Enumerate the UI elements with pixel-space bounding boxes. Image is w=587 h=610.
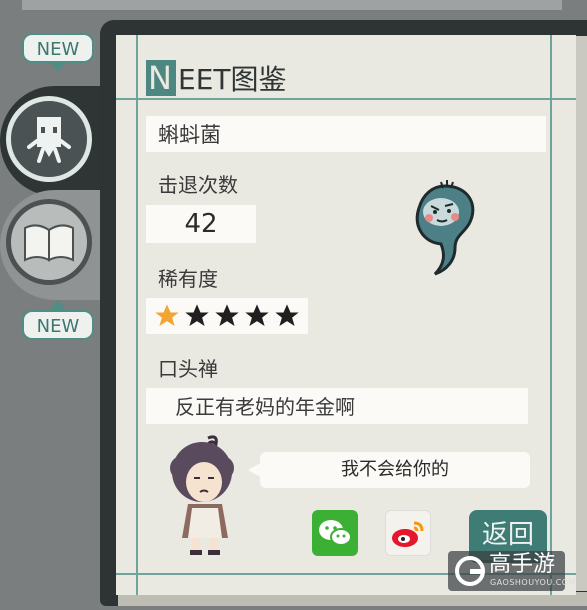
weibo-icon (392, 521, 424, 547)
page-title-initial: N (148, 59, 172, 97)
weibo-share-button[interactable] (385, 510, 431, 556)
watermark-logo-icon (455, 556, 485, 586)
page-rule-right (550, 35, 552, 595)
new-badge-bottom-tail (50, 300, 66, 310)
new-badge-top-tail (50, 62, 66, 72)
wechat-share-button[interactable] (312, 510, 358, 556)
background-panel (22, 0, 562, 10)
rarity-label: 稀有度 (158, 267, 218, 291)
watermark-text: 高手游 (489, 552, 556, 577)
star-empty-icon (245, 304, 269, 327)
tadpole-creature-icon (415, 180, 475, 276)
page-rule-left (136, 35, 138, 595)
star-filled-icon (155, 304, 179, 327)
star-empty-icon (275, 304, 299, 327)
new-badge-bottom: NEW (22, 310, 94, 340)
watermark-subtext: GAOSHOUYOU.COM (490, 578, 577, 587)
new-badge-top: NEW (22, 33, 94, 63)
page-title: EET图鉴 (178, 63, 287, 96)
tab-neet-dex[interactable] (6, 96, 92, 182)
speech-text: 我不会给你的 (341, 459, 449, 480)
catchphrase-text: 反正有老妈的年金啊 (175, 395, 355, 419)
page-rule-top (116, 98, 576, 100)
page-edge-right (576, 36, 587, 591)
catchphrase-label: 口头禅 (158, 357, 218, 381)
defeat-count-label: 击退次数 (158, 173, 238, 197)
defeat-count-value: 42 (184, 209, 218, 239)
tab-book[interactable] (6, 199, 92, 285)
creature-name: 蝌蚪菌 (158, 123, 221, 147)
wechat-icon (319, 520, 352, 546)
neet-creature-icon (27, 117, 71, 163)
book-icon (24, 224, 74, 262)
star-empty-icon (215, 304, 239, 327)
rarity-stars (152, 302, 302, 330)
girl-character-icon (170, 435, 234, 555)
star-empty-icon (185, 304, 209, 327)
